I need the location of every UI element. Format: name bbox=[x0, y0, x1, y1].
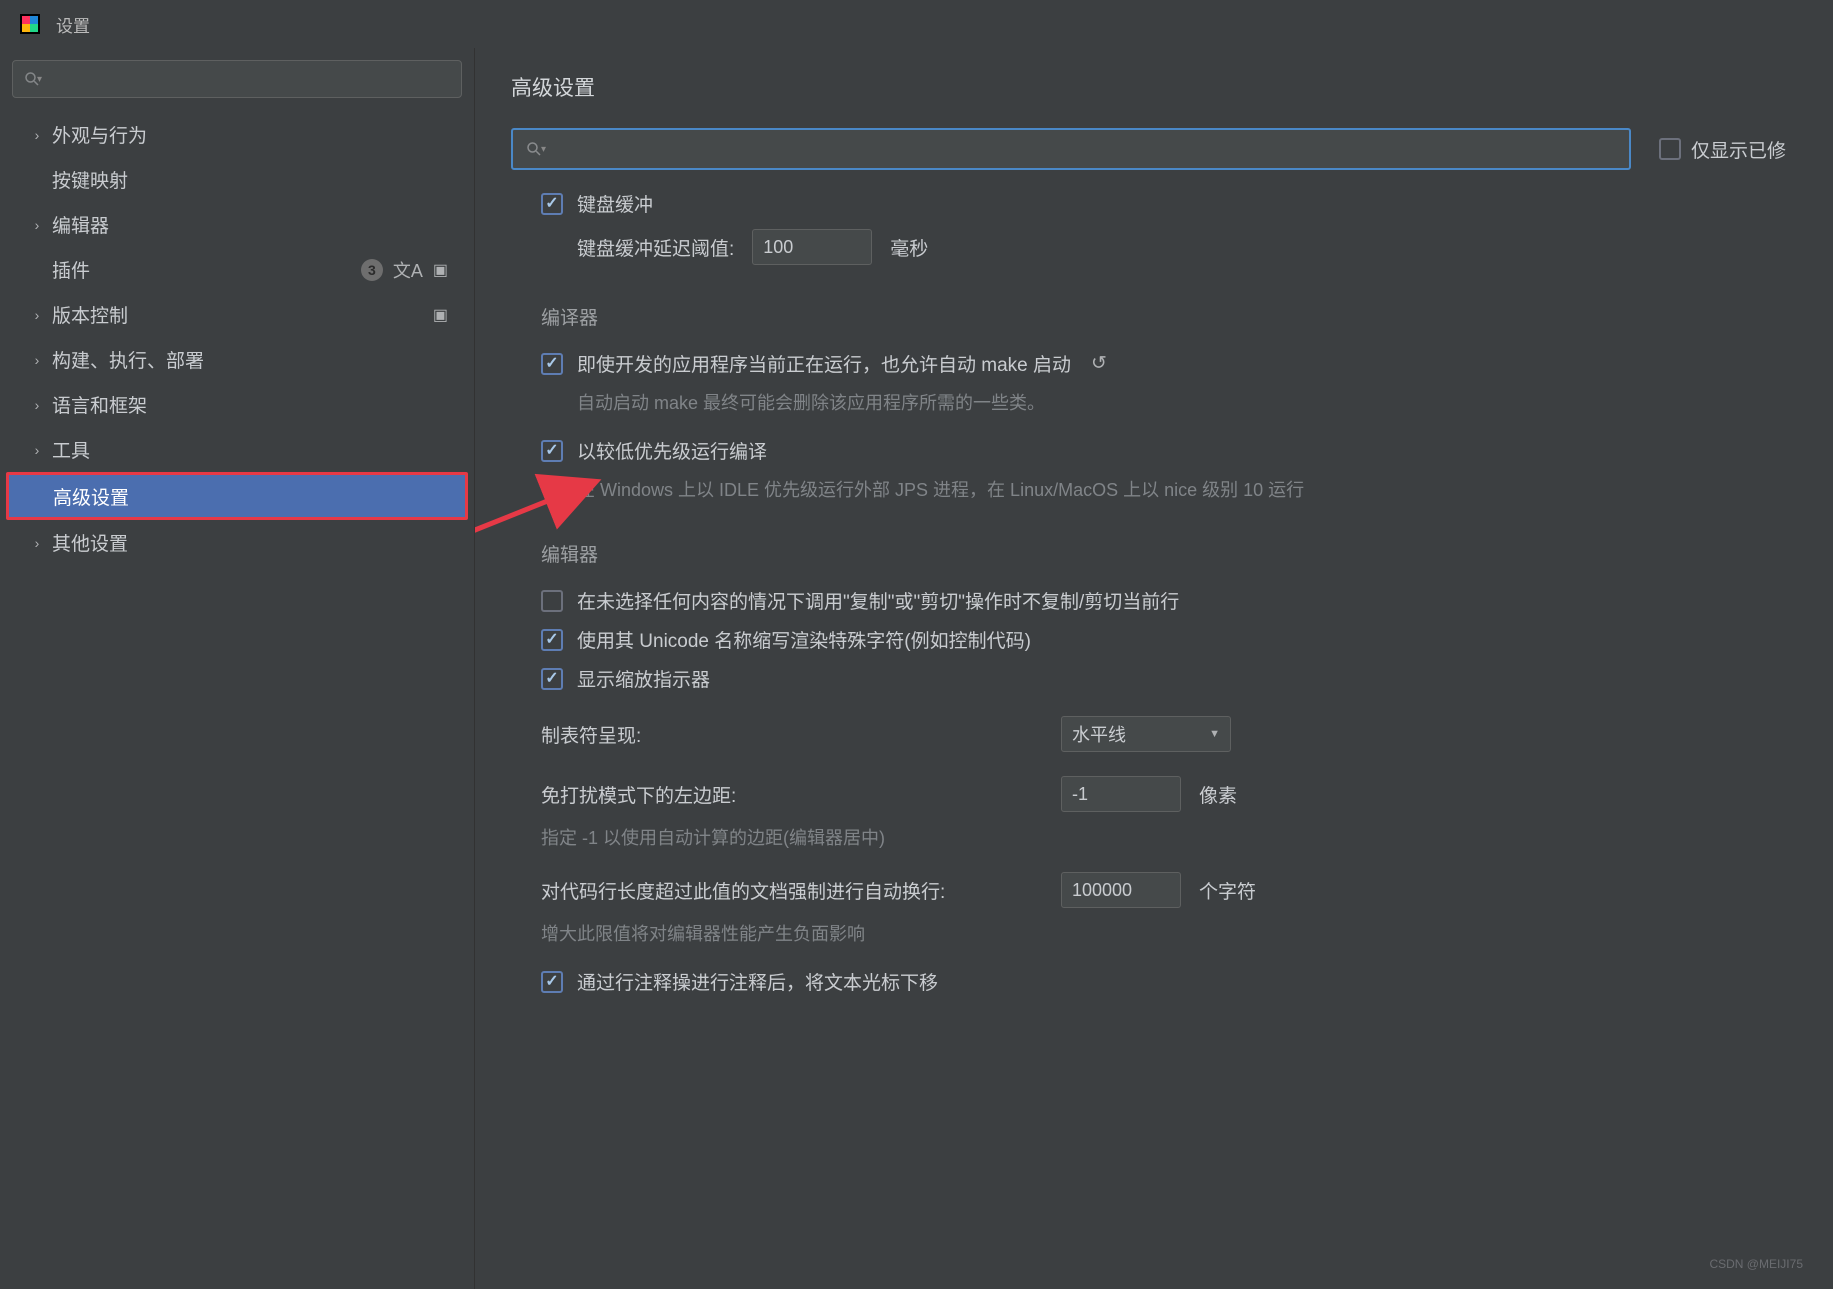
checkbox-icon[interactable] bbox=[541, 971, 563, 993]
wrap-desc: 增大此限值将对编辑器性能产生负面影响 bbox=[541, 920, 1803, 946]
checkbox-icon[interactable] bbox=[541, 440, 563, 462]
checkbox-icon[interactable] bbox=[1659, 138, 1681, 160]
app-logo-icon bbox=[18, 12, 42, 36]
compiler-section-header: 编译器 bbox=[541, 303, 1803, 330]
low-priority-setting[interactable]: 以较低优先级运行编译 bbox=[541, 437, 1803, 464]
auto-make-desc: 自动启动 make 最终可能会删除该应用程序所需的一些类。 bbox=[577, 389, 1803, 415]
sidebar-search-input[interactable] bbox=[46, 70, 451, 88]
checkbox-icon[interactable] bbox=[541, 193, 563, 215]
sidebar-search[interactable]: ▾ bbox=[12, 60, 462, 98]
keyboard-delay-field: 键盘缓冲延迟阈值: 毫秒 bbox=[577, 229, 1803, 265]
keyboard-buffer-setting[interactable]: 键盘缓冲 bbox=[541, 190, 1803, 217]
auto-make-setting[interactable]: 即使开发的应用程序当前正在运行，也允许自动 make 启动 ↺ bbox=[541, 350, 1803, 377]
chevron-right-icon: › bbox=[28, 127, 46, 143]
chevron-right-icon: › bbox=[28, 535, 46, 551]
tree-item-plugins[interactable]: 插件 3 文A ▣ bbox=[8, 247, 466, 292]
content-search[interactable]: ▾ bbox=[511, 128, 1631, 170]
search-icon bbox=[23, 70, 41, 88]
chevron-down-icon: ▼ bbox=[1209, 728, 1220, 740]
search-icon bbox=[525, 140, 543, 158]
tree-item-tools[interactable]: › 工具 bbox=[8, 427, 466, 472]
tree-item-other-settings[interactable]: › 其他设置 bbox=[8, 520, 466, 565]
show-modified-only[interactable]: 仅显示已修 bbox=[1659, 136, 1786, 163]
project-scope-icon: ▣ bbox=[433, 305, 448, 325]
keyboard-delay-input[interactable] bbox=[752, 229, 872, 265]
tree-item-languages[interactable]: › 语言和框架 bbox=[8, 382, 466, 427]
project-scope-icon: ▣ bbox=[433, 260, 448, 280]
copy-cut-setting[interactable]: 在未选择任何内容的情况下调用"复制"或"剪切"操作时不复制/剪切当前行 bbox=[541, 587, 1803, 614]
chevron-right-icon: › bbox=[28, 397, 46, 413]
low-priority-desc: 在 Windows 上以 IDLE 优先级运行外部 JPS 进程，在 Linux… bbox=[577, 476, 1803, 502]
tree-item-vcs[interactable]: › 版本控制 ▣ bbox=[8, 292, 466, 337]
dnd-margin-field: 免打扰模式下的左边距: 像素 bbox=[541, 776, 1803, 812]
content-panel: 高级设置 ▾ 仅显示已修 键盘缓冲 键盘缓冲延迟阈值: 毫秒 编译器 bbox=[475, 48, 1833, 1289]
undo-icon[interactable]: ↺ bbox=[1091, 352, 1107, 375]
checkbox-icon[interactable] bbox=[541, 590, 563, 612]
wrap-field: 对代码行长度超过此值的文档强制进行自动换行: 个字符 bbox=[541, 872, 1803, 908]
chevron-right-icon: › bbox=[28, 352, 46, 368]
settings-tree: › 外观与行为 按键映射 › 编辑器 插件 3 文A ▣ › 版本控制 bbox=[8, 112, 466, 565]
chevron-right-icon: › bbox=[28, 217, 46, 233]
language-icon: 文A bbox=[393, 257, 423, 283]
checkbox-icon[interactable] bbox=[541, 668, 563, 690]
chevron-right-icon: › bbox=[28, 442, 46, 458]
window-title: 设置 bbox=[56, 12, 90, 37]
titlebar: 设置 bbox=[0, 0, 1833, 48]
comment-caret-setting[interactable]: 通过行注释操进行注释后，将文本光标下移 bbox=[541, 968, 1803, 995]
tree-item-build[interactable]: › 构建、执行、部署 bbox=[8, 337, 466, 382]
editor-section-header: 编辑器 bbox=[541, 540, 1803, 567]
watermark: CSDN @MEIJI75 bbox=[1709, 1257, 1803, 1271]
zoom-indicator-setting[interactable]: 显示缩放指示器 bbox=[541, 665, 1803, 692]
chevron-right-icon: › bbox=[28, 307, 46, 323]
sidebar: ▾ › 外观与行为 按键映射 › 编辑器 插件 3 文A ▣ bbox=[0, 48, 475, 1289]
dnd-margin-desc: 指定 -1 以使用自动计算的边距(编辑器居中) bbox=[541, 824, 1803, 850]
tree-item-advanced-settings[interactable]: 高级设置 bbox=[6, 472, 468, 520]
tab-render-select[interactable]: 水平线 ▼ bbox=[1061, 716, 1231, 752]
tree-item-keymap[interactable]: 按键映射 bbox=[8, 157, 466, 202]
unicode-name-setting[interactable]: 使用其 Unicode 名称缩写渲染特殊字符(例如控制代码) bbox=[541, 626, 1803, 653]
page-title: 高级设置 bbox=[511, 72, 1833, 102]
tree-item-editor[interactable]: › 编辑器 bbox=[8, 202, 466, 247]
tree-item-appearance[interactable]: › 外观与行为 bbox=[8, 112, 466, 157]
content-search-input[interactable] bbox=[550, 140, 1617, 158]
tab-render-field: 制表符呈现: 水平线 ▼ bbox=[541, 716, 1803, 752]
update-badge: 3 bbox=[361, 259, 383, 281]
dnd-margin-input[interactable] bbox=[1061, 776, 1181, 812]
wrap-input[interactable] bbox=[1061, 872, 1181, 908]
checkbox-icon[interactable] bbox=[541, 353, 563, 375]
checkbox-icon[interactable] bbox=[541, 629, 563, 651]
